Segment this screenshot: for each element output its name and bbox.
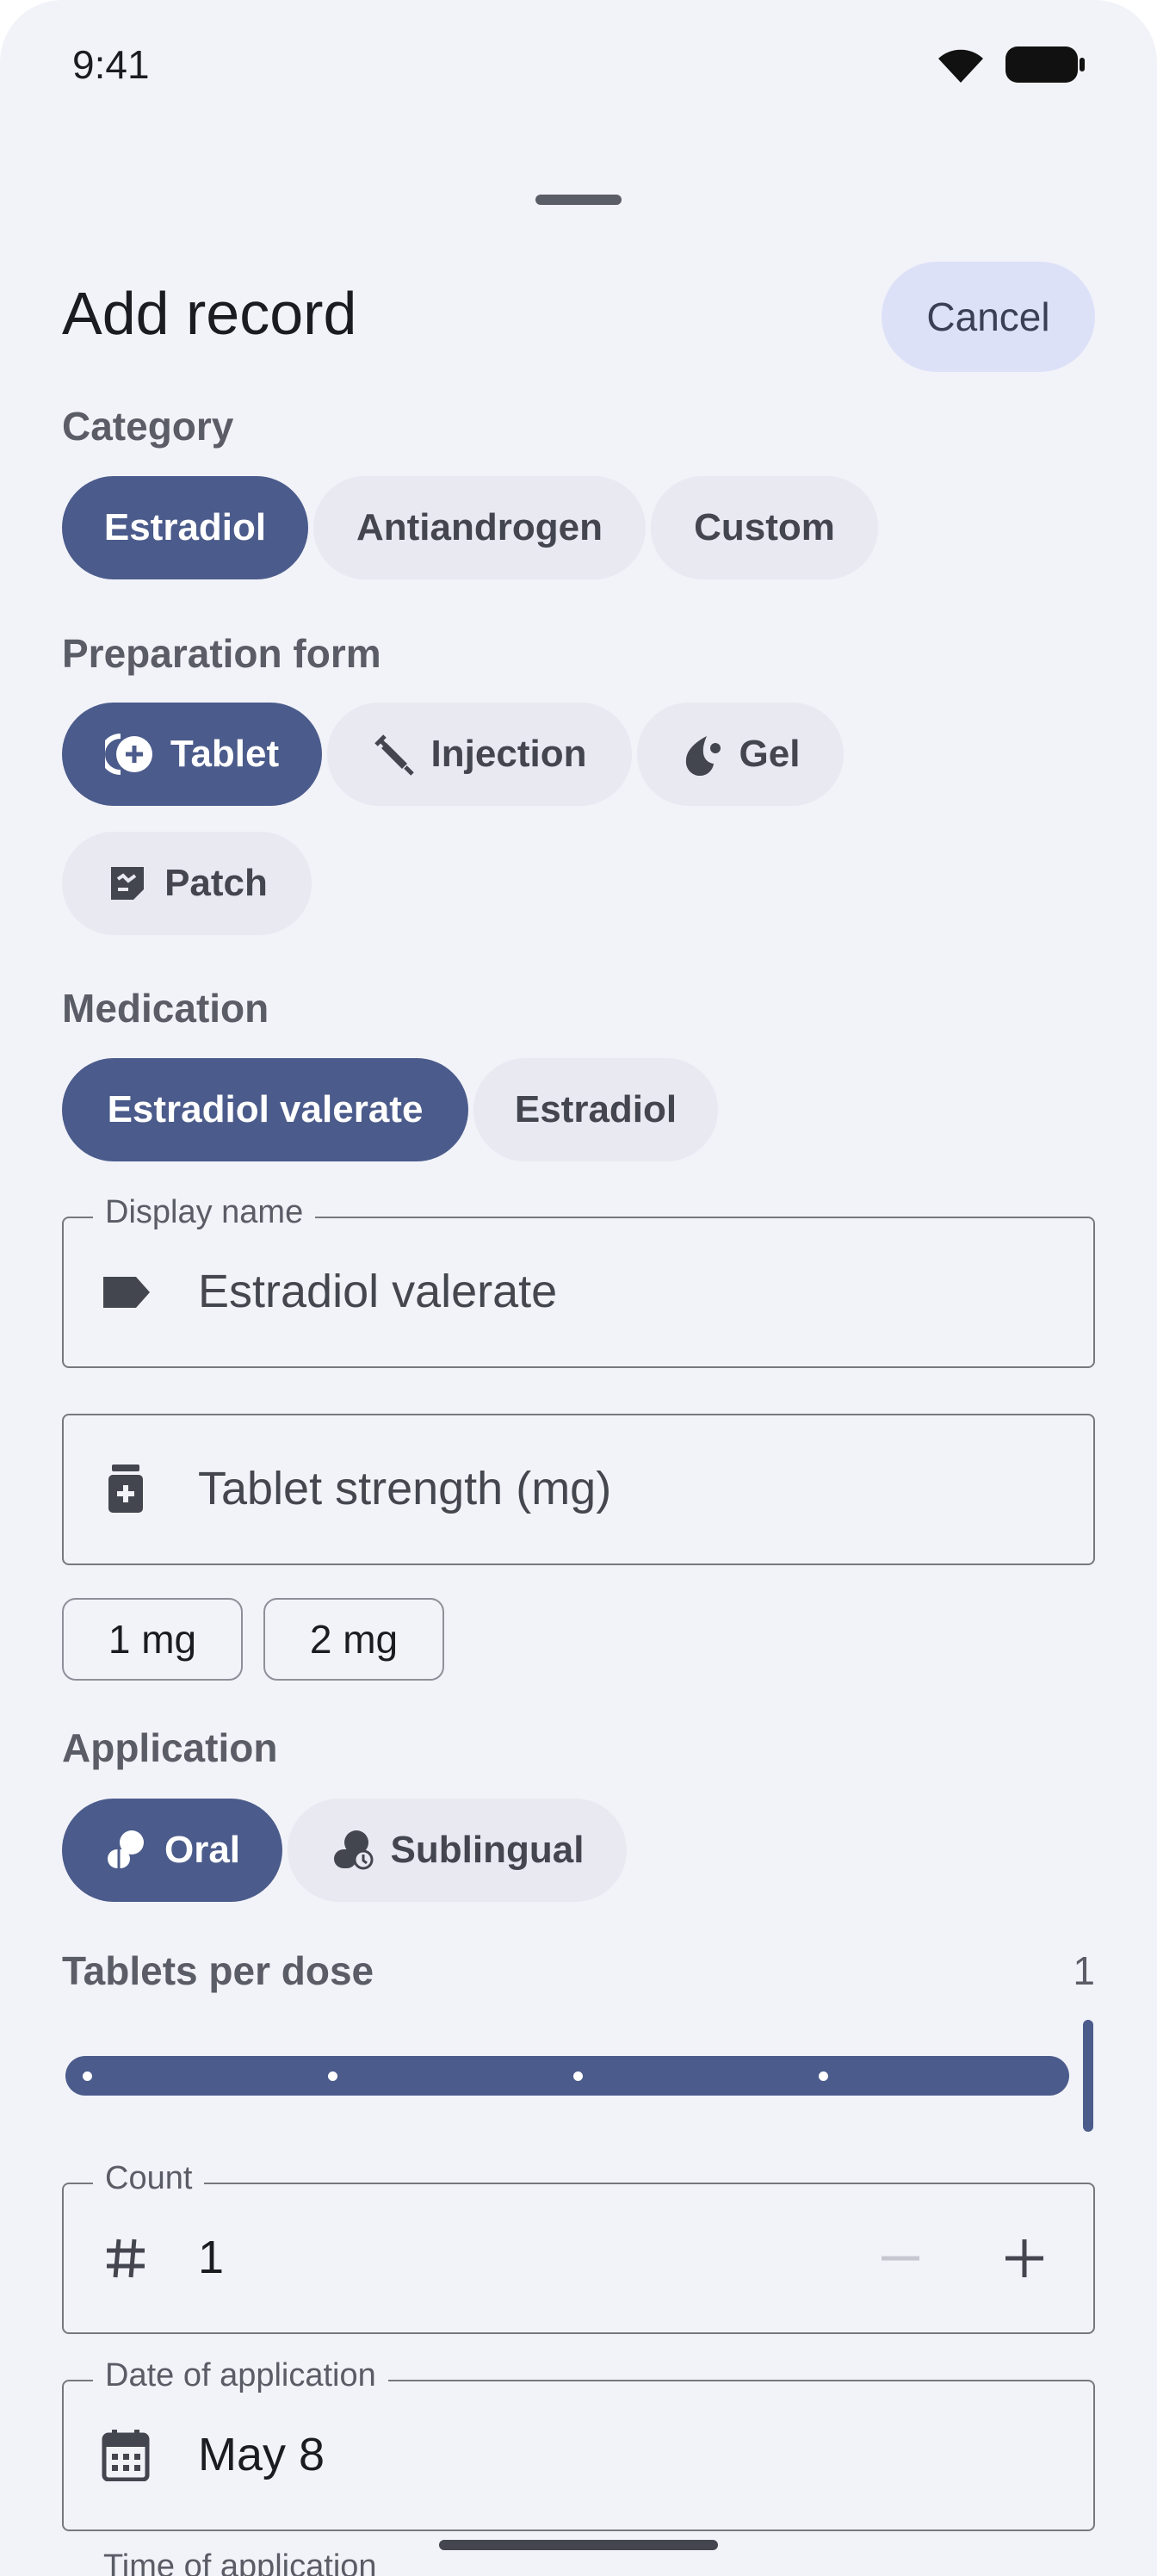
application-chip-oral[interactable]: Oral xyxy=(62,1799,282,1902)
calendar-icon xyxy=(98,2428,153,2483)
medication-chip-estradiol[interactable]: Estradiol xyxy=(473,1058,718,1161)
strength-chip-1mg[interactable]: 1 mg xyxy=(62,1598,243,1681)
count-label: Count xyxy=(93,2160,205,2197)
slider-tick xyxy=(83,2071,92,2081)
sublingual-pills-icon xyxy=(333,1830,374,1870)
category-label: Category xyxy=(62,404,234,449)
application-label: Application xyxy=(62,1725,278,1770)
date-of-application-field[interactable]: Date of application May 8 xyxy=(62,2357,1095,2531)
wifi-icon xyxy=(938,49,983,83)
oral-pills-icon xyxy=(107,1830,144,1868)
pill-bottle-icon xyxy=(98,1462,153,1517)
count-value: 1 xyxy=(198,2232,225,2283)
medication-label: Medication xyxy=(62,986,269,1031)
label-tag-icon xyxy=(98,1265,153,1320)
tablet-strength-placeholder: Tablet strength (mg) xyxy=(198,1463,612,1514)
status-bar: 9:41 xyxy=(0,0,1157,129)
tablets-per-dose-value: 1 xyxy=(1073,1948,1095,1993)
sheet-title: Add record xyxy=(62,280,357,347)
drag-handle[interactable] xyxy=(535,195,622,205)
gel-drop-icon xyxy=(685,736,721,776)
strength-chip-2mg[interactable]: 2 mg xyxy=(263,1598,444,1681)
time-of-application-label: Time of application xyxy=(103,2548,377,2576)
tablet-strength-field[interactable]: Tablet strength (mg) xyxy=(62,1414,1095,1565)
display-name-value: Estradiol valerate xyxy=(198,1266,558,1317)
increment-button[interactable] xyxy=(997,2231,1052,2286)
chip-label: Antiandrogen xyxy=(356,506,603,548)
cancel-button[interactable]: Cancel xyxy=(882,262,1095,372)
chip-label: Gel xyxy=(739,733,801,775)
date-of-application-value: May 8 xyxy=(198,2429,325,2480)
application-chip-sublingual[interactable]: Sublingual xyxy=(288,1799,627,1902)
home-indicator[interactable] xyxy=(439,2540,718,2550)
slider-active-track xyxy=(65,2056,1069,2096)
chip-label: Injection xyxy=(430,733,587,775)
chip-label: Estradiol xyxy=(514,1088,677,1130)
preparation-chip-injection[interactable]: Injection xyxy=(327,703,632,806)
chip-label: Custom xyxy=(694,506,835,548)
slider-tick xyxy=(819,2071,828,2081)
preparation-form-label: Preparation form xyxy=(62,631,381,676)
category-chip-custom[interactable]: Custom xyxy=(651,476,878,579)
category-chip-antiandrogen[interactable]: Antiandrogen xyxy=(313,476,646,579)
chip-label: Patch xyxy=(164,862,268,904)
hash-icon xyxy=(98,2231,153,2286)
tablet-add-icon xyxy=(104,734,152,775)
chip-label: Estradiol valerate xyxy=(107,1088,424,1130)
chip-label: Sublingual xyxy=(390,1829,585,1871)
chip-label: Oral xyxy=(164,1829,241,1871)
slider-tick xyxy=(573,2071,583,2081)
slider-thumb[interactable] xyxy=(1083,2020,1093,2132)
slider-tick xyxy=(328,2071,337,2081)
tablets-per-dose-label: Tablets per dose xyxy=(62,1948,374,1993)
preparation-chip-gel[interactable]: Gel xyxy=(637,703,844,806)
battery-icon xyxy=(1005,46,1085,83)
status-time: 9:41 xyxy=(72,42,150,87)
category-chip-estradiol[interactable]: Estradiol xyxy=(62,476,308,579)
preparation-chip-patch[interactable]: Patch xyxy=(62,832,312,935)
display-name-field[interactable]: Display name Estradiol valerate xyxy=(62,1194,1095,1368)
decrement-button[interactable] xyxy=(873,2231,928,2286)
preparation-chip-tablet[interactable]: Tablet xyxy=(62,703,322,806)
date-of-application-label: Date of application xyxy=(93,2357,388,2394)
medication-chip-estradiol-valerate[interactable]: Estradiol valerate xyxy=(62,1058,468,1161)
patch-icon xyxy=(111,867,145,900)
chip-label: Tablet xyxy=(170,733,280,775)
chip-label: Estradiol xyxy=(103,506,267,548)
count-field[interactable]: Count 1 xyxy=(62,2160,1095,2334)
syringe-icon xyxy=(374,734,414,776)
display-name-label: Display name xyxy=(93,1194,316,1231)
add-record-sheet: 9:41 Add record Cancel Category Estradio… xyxy=(0,0,1157,2576)
